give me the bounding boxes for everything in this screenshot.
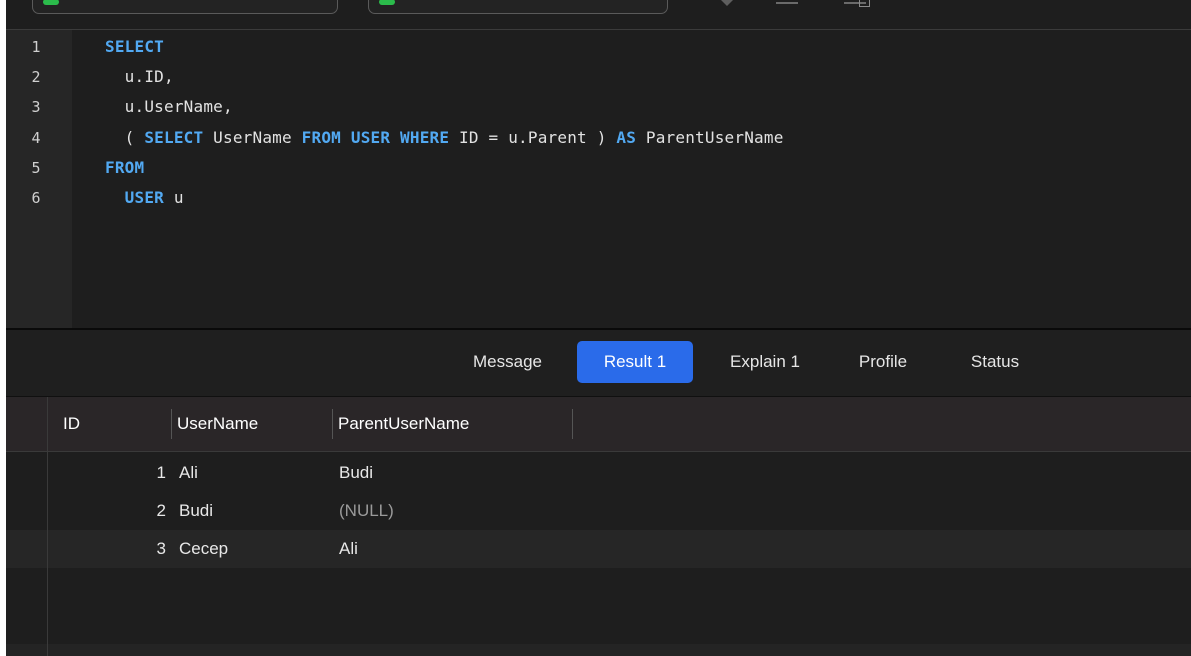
column-resize-handle[interactable] — [572, 409, 573, 439]
tab-message[interactable]: Message — [454, 341, 561, 383]
cell-id[interactable]: 3 — [106, 530, 166, 568]
code-line: USER u — [105, 188, 184, 207]
dropdown-arrow-icon[interactable] — [721, 0, 733, 11]
results-tab-bar: Message Result 1 Explain 1 Profile Status — [6, 330, 1191, 397]
row-header-divider — [47, 397, 48, 656]
cell-username[interactable]: Ali — [179, 454, 198, 492]
line-number: 1 — [31, 38, 41, 56]
cell-id[interactable]: 1 — [106, 454, 166, 492]
connection-selector[interactable] — [32, 0, 338, 14]
toolbar — [6, 0, 1191, 30]
column-header-parentusername[interactable]: ParentUserName — [338, 397, 469, 451]
table-row[interactable]: 2 Budi (NULL) — [6, 492, 1191, 530]
cell-parentusername[interactable]: Ali — [339, 530, 358, 568]
tab-result-1[interactable]: Result 1 — [577, 341, 693, 383]
code-line: u.UserName, — [105, 97, 233, 116]
database-selector[interactable] — [368, 0, 668, 14]
empty-row — [6, 644, 1191, 656]
cell-id[interactable]: 2 — [106, 492, 166, 530]
code-line: FROM — [105, 158, 144, 177]
table-row[interactable]: 3 Cecep Ali — [6, 530, 1191, 568]
sql-text: UserName — [203, 127, 302, 147]
sql-keyword: AS — [616, 127, 637, 147]
empty-row — [6, 568, 1191, 606]
sql-keyword: WHERE — [400, 127, 450, 147]
line-number: 3 — [31, 98, 41, 117]
column-header-id[interactable]: ID — [63, 397, 80, 451]
cell-parentusername[interactable]: (NULL) — [339, 492, 394, 530]
line-number: 2 — [31, 68, 41, 87]
code-line: ( SELECT UserName FROM USER WHERE ID = u… — [105, 128, 784, 147]
grid-header: ID UserName ParentUserName — [6, 397, 1191, 452]
column-resize-handle[interactable] — [332, 409, 333, 439]
table-row[interactable]: 1 Ali Budi — [6, 454, 1191, 492]
column-header-username[interactable]: UserName — [177, 397, 258, 451]
sql-keyword: FROM — [301, 127, 342, 147]
sql-keyword: SELECT — [105, 37, 164, 56]
code-line: u.ID, — [105, 67, 174, 86]
code-line: SELECT — [105, 37, 164, 56]
tab-status[interactable]: Status — [945, 341, 1045, 383]
result-grid[interactable]: ID UserName ParentUserName 1 Ali Budi 2 Budi… — [6, 397, 1191, 656]
line-number: 5 — [31, 158, 41, 177]
sql-text: u.UserName, — [105, 97, 233, 117]
database-status-icon — [379, 0, 395, 5]
connection-status-icon — [43, 0, 59, 5]
tab-explain-1[interactable]: Explain 1 — [709, 341, 821, 383]
empty-row — [6, 606, 1191, 644]
cell-username[interactable]: Cecep — [179, 530, 228, 568]
sql-client-window: 123456 SELECT u.ID, u.UserName, ( SELECT… — [6, 0, 1191, 656]
toolbar-button-icon[interactable] — [776, 2, 798, 4]
sql-keyword: USER — [124, 188, 165, 207]
line-number: 4 — [31, 128, 41, 147]
column-resize-handle[interactable] — [171, 409, 172, 439]
sql-text: ParentUserName — [636, 127, 784, 147]
line-number-gutter: 1 2 3 4 5 6 — [6, 30, 72, 328]
sql-text: u — [164, 188, 184, 207]
cell-parentusername[interactable]: Budi — [339, 454, 373, 492]
sql-editor[interactable]: 1 2 3 4 5 6 SELECT u.ID, u.UserName, ( SELECT… — [6, 30, 1191, 328]
cell-username[interactable]: Budi — [179, 492, 213, 530]
tab-profile[interactable]: Profile — [838, 341, 928, 383]
sql-text: ( — [105, 127, 145, 147]
sql-keyword: FROM — [105, 157, 145, 177]
sql-keyword: USER — [350, 127, 391, 147]
sql-keyword: SELECT — [144, 127, 204, 147]
panel-toggle-sub-icon — [859, 0, 870, 7]
line-number: 6 — [31, 189, 41, 207]
sql-text: u.ID, — [105, 67, 174, 87]
sql-text: ID = u.Parent ) — [449, 127, 617, 147]
